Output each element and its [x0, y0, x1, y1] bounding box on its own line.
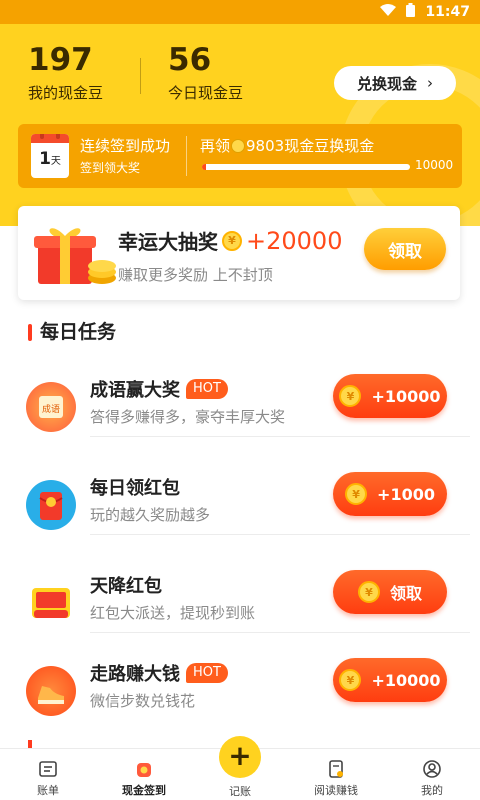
- task-subtitle: 微信步数兑钱花: [90, 692, 196, 710]
- today-beans-label: 今日现金豆: [168, 84, 244, 102]
- tab-label: 我的: [421, 784, 443, 797]
- signin-progress-fill: [202, 164, 207, 170]
- task-subtitle: 玩的越久奖励越多: [90, 506, 211, 524]
- my-beans-label: 我的现金豆: [28, 84, 104, 102]
- coin-icon: ¥: [339, 385, 362, 407]
- task-button-label: +10000: [371, 670, 441, 690]
- profile-icon: [422, 759, 442, 779]
- tab-bill[interactable]: 账单: [0, 755, 96, 799]
- task-title: 成语赢大奖 HOT: [90, 376, 228, 402]
- task-claim-button[interactable]: ¥ +10000: [333, 374, 447, 418]
- tab-label: 账单: [37, 784, 59, 797]
- lottery-amount: +20000: [246, 226, 343, 255]
- task-button-label: +1000: [377, 484, 435, 504]
- status-bar: 11:47: [0, 0, 480, 24]
- task-item[interactable]: 每日领红包 玩的越久奖励越多 ¥ +1000: [0, 464, 480, 562]
- task-button-label: +10000: [371, 386, 441, 406]
- checkin-icon: [134, 759, 154, 779]
- tab-checkin[interactable]: 现金签到: [96, 755, 192, 799]
- task-title-text: 走路赚大钱: [90, 664, 180, 685]
- daily-tasks-title: 每日任务: [28, 318, 116, 346]
- task-item[interactable]: 成语 成语赢大奖 HOT 答得多赚得多，豪夺丰厚大奖 ¥ +10000: [0, 366, 480, 464]
- signin-subtitle: 签到领大奖: [80, 161, 141, 175]
- lottery-claim-button[interactable]: 领取: [364, 228, 446, 270]
- signin-goal-prefix: 再领: [200, 137, 231, 155]
- coin-icon: ¥: [339, 669, 362, 691]
- signin-progress-bar: [202, 164, 410, 170]
- task-title-text: 每日领红包: [90, 478, 180, 499]
- calendar-icon: 1天: [31, 134, 69, 178]
- idiom-icon: 成语: [26, 382, 76, 432]
- bottom-tab-bar: 账单 现金签到 + 记账 阅读赚钱 我的: [0, 736, 480, 800]
- chevron-right-icon: ›: [427, 74, 433, 92]
- task-title: 天降红包: [90, 572, 162, 598]
- task-claim-button[interactable]: ¥ +10000: [333, 658, 447, 702]
- plus-icon[interactable]: +: [219, 736, 261, 778]
- my-beans-value: 197: [28, 42, 93, 78]
- today-beans-value: 56: [168, 42, 212, 78]
- bill-icon: [38, 759, 58, 779]
- signin-day-number: 1: [39, 149, 51, 169]
- task-claim-button[interactable]: ¥ 领取: [333, 570, 447, 614]
- red-packet-icon: [26, 480, 76, 530]
- hot-badge: HOT: [186, 663, 228, 683]
- lottery-card[interactable]: 幸运大抽奖 ¥ +20000 赚取更多奖励 上不封顶 领取: [18, 206, 460, 300]
- wifi-icon: [380, 4, 397, 20]
- signin-progress-max: 10000: [415, 158, 454, 172]
- lottery-subtitle: 赚取更多奖励 上不封顶: [118, 266, 273, 284]
- lottery-title-text: 幸运大抽奖: [118, 230, 218, 254]
- read-icon: [326, 759, 346, 779]
- stat-divider: [140, 58, 141, 94]
- task-subtitle: 答得多赚得多，豪夺丰厚大奖: [90, 408, 286, 426]
- coin-icon: ¥: [222, 230, 242, 251]
- task-claim-button[interactable]: ¥ +1000: [333, 472, 447, 516]
- signin-day-unit: 天: [50, 156, 61, 167]
- lottery-title: 幸运大抽奖 ¥ +20000: [118, 226, 342, 255]
- battery-icon: [406, 3, 416, 21]
- falling-red-packet-icon: [26, 578, 76, 628]
- coin-icon: ¥: [345, 483, 368, 505]
- signin-goal: 再领 9803现金豆换现金: [200, 135, 374, 156]
- divider: [90, 436, 470, 437]
- task-title: 每日领红包: [90, 474, 180, 500]
- task-subtitle: 红包大派送，提现秒到账: [90, 604, 256, 622]
- today-beans-stat: 56 今日现金豆: [168, 42, 243, 103]
- task-title: 走路赚大钱 HOT: [90, 660, 228, 686]
- signin-title: 连续签到成功: [80, 137, 171, 155]
- tab-profile[interactable]: 我的: [384, 755, 480, 799]
- tab-label: 阅读赚钱: [314, 784, 358, 797]
- next-section-peek: [28, 740, 128, 748]
- svg-text:成语: 成语: [42, 403, 60, 415]
- tab-label: 现金签到: [122, 784, 166, 797]
- coin-icon: [231, 138, 246, 153]
- signin-card[interactable]: 1天 连续签到成功 签到领大奖 再领 9803现金豆换现金 10000: [18, 124, 462, 188]
- task-button-label: 领取: [389, 584, 422, 603]
- signin-goal-amount: 9803现金豆换现金: [246, 137, 375, 155]
- task-title-text: 成语赢大奖: [90, 380, 180, 401]
- exchange-cash-button[interactable]: 兑换现金 ›: [334, 66, 456, 100]
- exchange-cash-label: 兑换现金: [356, 74, 417, 93]
- signin-divider: [186, 136, 187, 176]
- shoe-icon: [26, 666, 76, 716]
- task-item[interactable]: 天降红包 红包大派送，提现秒到账 ¥ 领取: [0, 562, 480, 660]
- task-title-text: 天降红包: [90, 576, 162, 597]
- hot-badge: HOT: [186, 379, 228, 399]
- divider: [90, 534, 470, 535]
- tab-label: 记账: [229, 785, 251, 798]
- coin-icon: ¥: [357, 581, 380, 603]
- divider: [90, 632, 470, 633]
- status-time: 11:47: [425, 4, 470, 20]
- gift-box-icon: [32, 222, 118, 288]
- task-item[interactable]: 走路赚大钱 HOT 微信步数兑钱花 ¥ +10000: [0, 650, 480, 748]
- header: 197 我的现金豆 56 今日现金豆 兑换现金 › 1天 连续签到成功 签到领大…: [0, 24, 480, 226]
- my-beans-stat: 197 我的现金豆: [28, 42, 103, 103]
- tab-read[interactable]: 阅读赚钱: [288, 755, 384, 799]
